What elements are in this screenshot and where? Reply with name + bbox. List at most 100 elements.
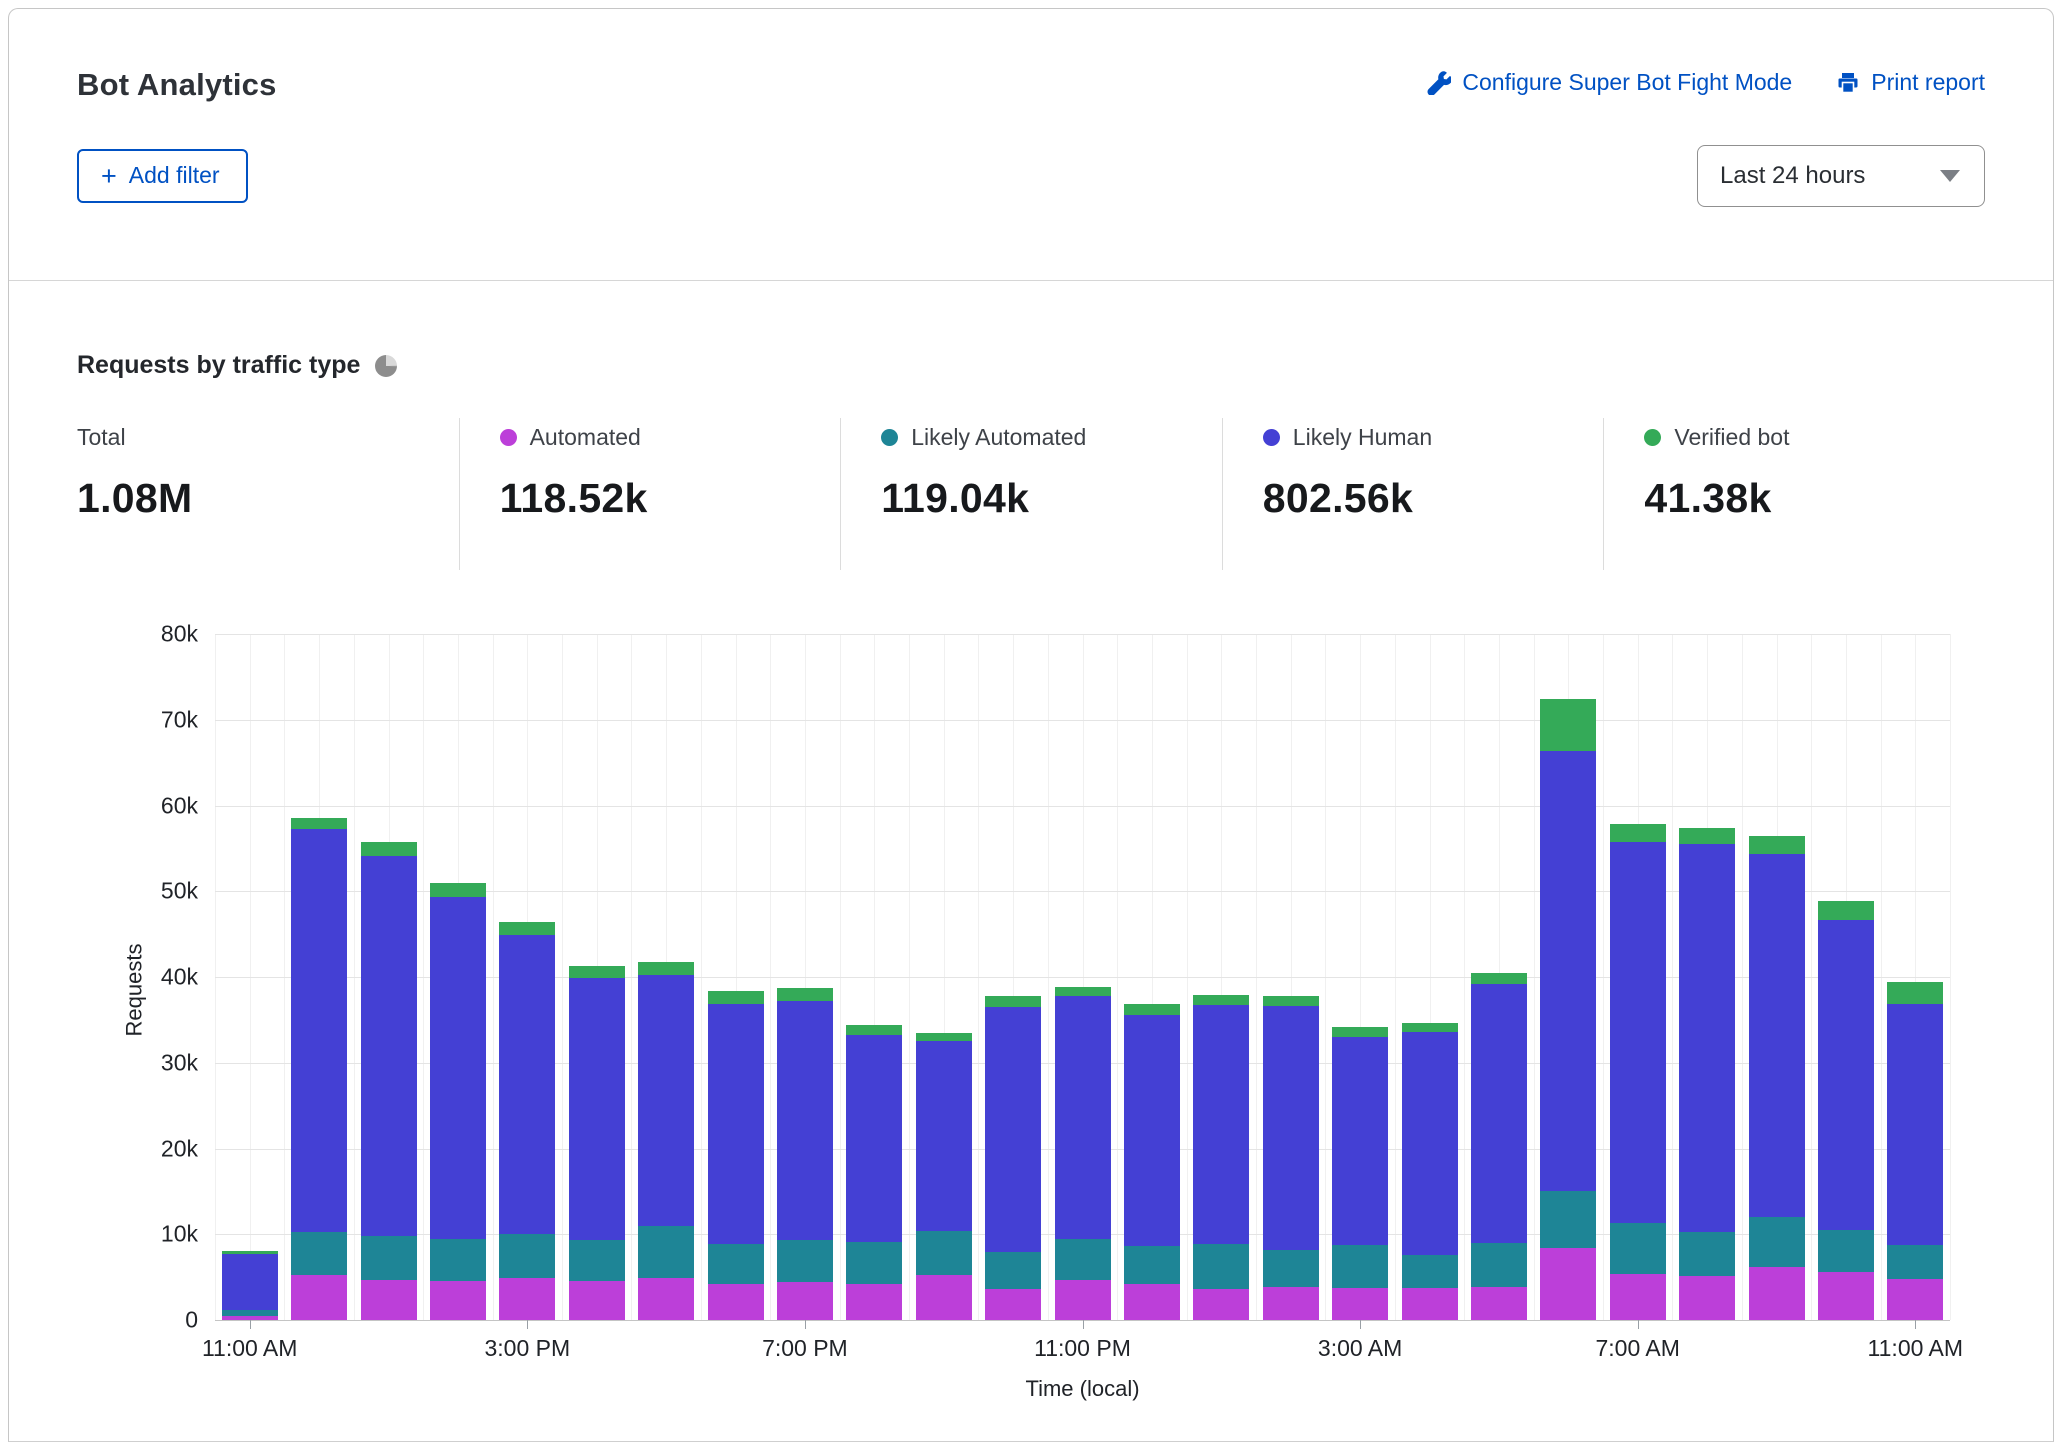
bar-segment-automated — [1332, 1288, 1388, 1320]
chevron-down-icon — [1940, 170, 1960, 182]
bar-segment-automated — [638, 1278, 694, 1320]
time-range-value: Last 24 hours — [1720, 162, 1865, 190]
y-tick-label: 50k — [161, 878, 198, 905]
bar-1-00-pm[interactable] — [361, 842, 417, 1320]
traffic-chart: Requests Time (local) 010k20k30k40k50k60… — [77, 634, 1985, 1424]
bar-12-00-am[interactable] — [1124, 1004, 1180, 1320]
bar-segment-verified-bot — [361, 842, 417, 856]
bar-segment-likely-automated — [846, 1242, 902, 1284]
bar-6-00-pm[interactable] — [708, 991, 764, 1320]
bar-9-00-am[interactable] — [1749, 836, 1805, 1320]
y-tick-label: 30k — [161, 1049, 198, 1076]
bar-7-00-am[interactable] — [1610, 824, 1666, 1320]
stat-label: Total — [77, 424, 126, 451]
stat-verified-bot: Verified bot 41.38k — [1603, 418, 1985, 570]
bar-segment-likely-human — [1193, 1005, 1249, 1243]
bar-segment-likely-automated — [1402, 1255, 1458, 1288]
bar-segment-likely-automated — [1055, 1239, 1111, 1279]
stat-likely-automated: Likely Automated 119.04k — [840, 418, 1222, 570]
bar-segment-likely-automated — [1193, 1244, 1249, 1289]
x-tick-label: 7:00 PM — [762, 1335, 848, 1362]
stat-value: 118.52k — [500, 475, 841, 522]
automated-dot-icon — [500, 429, 517, 446]
traffic-stats-row: Total 1.08M Automated 118.52k Likely Aut… — [77, 418, 1985, 570]
bar-segment-likely-automated — [1887, 1245, 1943, 1278]
bar-6-00-am[interactable] — [1540, 699, 1596, 1320]
bar-11-00-am[interactable] — [1887, 982, 1943, 1320]
bar-segment-verified-bot — [1540, 699, 1596, 750]
bar-segment-verified-bot — [985, 996, 1041, 1007]
horizontal-gridline — [215, 634, 1950, 635]
x-tick-mark — [1638, 1320, 1639, 1329]
bar-segment-verified-bot — [777, 988, 833, 1001]
bar-segment-likely-human — [1540, 751, 1596, 1192]
add-filter-button[interactable]: + Add filter — [77, 149, 248, 203]
x-tick-label: 7:00 AM — [1595, 1335, 1679, 1362]
bar-segment-verified-bot — [1749, 836, 1805, 854]
bar-segment-automated — [916, 1275, 972, 1320]
bar-5-00-am[interactable] — [1471, 973, 1527, 1320]
bar-10-00-am[interactable] — [1818, 901, 1874, 1320]
bar-segment-automated — [1818, 1272, 1874, 1320]
bar-segment-likely-human — [499, 935, 555, 1234]
bar-10-00-pm[interactable] — [985, 996, 1041, 1320]
bar-12-00-pm[interactable] — [291, 818, 347, 1320]
y-tick-label: 70k — [161, 706, 198, 733]
bar-segment-likely-human — [430, 897, 486, 1239]
bar-8-00-am[interactable] — [1679, 828, 1735, 1320]
bar-segment-likely-human — [1679, 844, 1735, 1232]
bar-1-00-am[interactable] — [1193, 995, 1249, 1320]
x-tick-mark — [1083, 1320, 1084, 1329]
bar-segment-automated — [1540, 1248, 1596, 1320]
configure-super-bot-fight-mode-link[interactable]: Configure Super Bot Fight Mode — [1427, 69, 1792, 96]
bar-segment-likely-human — [638, 975, 694, 1225]
x-tick-label: 11:00 PM — [1034, 1335, 1131, 1362]
bar-2-00-am[interactable] — [1263, 996, 1319, 1320]
bar-segment-verified-bot — [1193, 995, 1249, 1005]
bar-segment-verified-bot — [1055, 987, 1111, 996]
pie-chart-icon — [375, 355, 397, 377]
stat-likely-human: Likely Human 802.56k — [1222, 418, 1604, 570]
bar-segment-likely-human — [985, 1007, 1041, 1252]
bar-7-00-pm[interactable] — [777, 988, 833, 1320]
bar-11-00-pm[interactable] — [1055, 987, 1111, 1320]
bar-segment-verified-bot — [916, 1033, 972, 1042]
bar-segment-automated — [1749, 1267, 1805, 1320]
time-range-select[interactable]: Last 24 hours — [1697, 145, 1985, 207]
bar-segment-likely-human — [1471, 984, 1527, 1243]
bar-4-00-am[interactable] — [1402, 1023, 1458, 1320]
bar-4-00-pm[interactable] — [569, 966, 625, 1320]
bar-segment-automated — [1887, 1279, 1943, 1320]
bar-segment-automated — [499, 1278, 555, 1320]
bar-segment-automated — [291, 1275, 347, 1320]
bar-8-00-pm[interactable] — [846, 1025, 902, 1320]
bar-segment-likely-human — [222, 1254, 278, 1310]
bar-2-00-pm[interactable] — [430, 883, 486, 1320]
bar-segment-automated — [361, 1280, 417, 1320]
y-tick-label: 0 — [185, 1307, 198, 1334]
bar-segment-verified-bot — [291, 818, 347, 829]
bar-segment-likely-automated — [1471, 1243, 1527, 1287]
stat-label: Likely Automated — [911, 424, 1086, 451]
bar-segment-automated — [846, 1284, 902, 1320]
requests-panel: Requests by traffic type Total 1.08M Aut… — [9, 351, 2053, 1424]
bar-segment-likely-human — [846, 1035, 902, 1242]
bar-segment-likely-human — [1124, 1015, 1180, 1247]
page-title: Bot Analytics — [77, 59, 277, 103]
print-report-link[interactable]: Print report — [1836, 69, 1985, 96]
bar-5-00-pm[interactable] — [638, 962, 694, 1320]
x-axis-title: Time (local) — [1025, 1376, 1139, 1402]
x-tick-mark — [527, 1320, 528, 1329]
bar-segment-verified-bot — [569, 966, 625, 978]
likely-automated-dot-icon — [881, 429, 898, 446]
bar-segment-likely-human — [777, 1001, 833, 1240]
bar-11-00-am[interactable] — [222, 1251, 278, 1320]
bar-3-00-am[interactable] — [1332, 1027, 1388, 1320]
bar-3-00-pm[interactable] — [499, 922, 555, 1320]
x-tick-mark — [1360, 1320, 1361, 1329]
bar-9-00-pm[interactable] — [916, 1033, 972, 1320]
bar-segment-likely-human — [1332, 1037, 1388, 1245]
x-tick-mark — [1915, 1320, 1916, 1329]
bar-segment-likely-automated — [1818, 1230, 1874, 1272]
header-actions: Configure Super Bot Fight Mode Print rep… — [1427, 59, 1985, 96]
